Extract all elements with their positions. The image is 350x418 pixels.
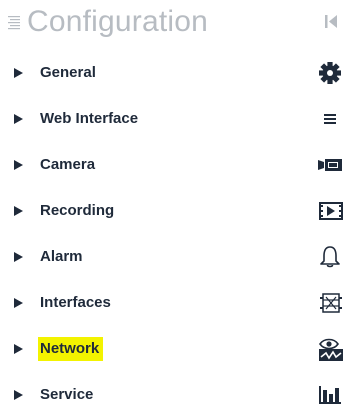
nav-item-label: Service <box>40 386 94 403</box>
expand-arrow-icon <box>14 160 23 170</box>
nav-item-interfaces[interactable]: Interfaces <box>0 280 350 326</box>
nav-item-recording[interactable]: Recording <box>0 188 350 234</box>
camera-icon <box>316 152 344 178</box>
expand-arrow-icon <box>14 114 23 124</box>
panel-header: Configuration <box>0 0 350 46</box>
nav-item-service[interactable]: Service <box>0 372 350 418</box>
bell-icon <box>316 244 344 270</box>
interfaces-icon <box>316 290 344 316</box>
expand-arrow-icon <box>14 252 23 262</box>
nav-item-web-interface[interactable]: Web Interface <box>0 96 350 142</box>
expand-arrow-icon <box>14 390 23 400</box>
film-play-icon <box>316 198 344 224</box>
gear-icon <box>316 60 344 86</box>
expand-arrow-icon <box>14 68 23 78</box>
nav-item-alarm[interactable]: Alarm <box>0 234 350 280</box>
network-eye-icon <box>316 336 344 362</box>
nav-item-label: Camera <box>40 156 96 173</box>
menu-lines-icon <box>316 106 344 132</box>
expand-arrow-icon <box>14 298 23 308</box>
configuration-panel: Configuration General Web Interface Came… <box>0 0 350 406</box>
expand-arrow-icon <box>14 344 23 354</box>
nav-item-label: Network <box>38 337 104 361</box>
nav-item-label: Recording <box>40 202 115 219</box>
list-icon <box>8 14 20 30</box>
nav-item-label: Alarm <box>40 248 83 265</box>
nav-item-label: General <box>40 64 96 81</box>
nav-item-general[interactable]: General <box>0 50 350 96</box>
nav-item-label: Web Interface <box>40 110 139 127</box>
expand-arrow-icon <box>14 206 23 216</box>
collapse-left-icon[interactable] <box>322 12 342 32</box>
bar-chart-icon <box>316 382 344 408</box>
page-title: Configuration <box>27 5 209 38</box>
nav-item-camera[interactable]: Camera <box>0 142 350 188</box>
nav-item-network[interactable]: Network <box>0 326 350 372</box>
nav-item-label: Interfaces <box>40 294 111 311</box>
